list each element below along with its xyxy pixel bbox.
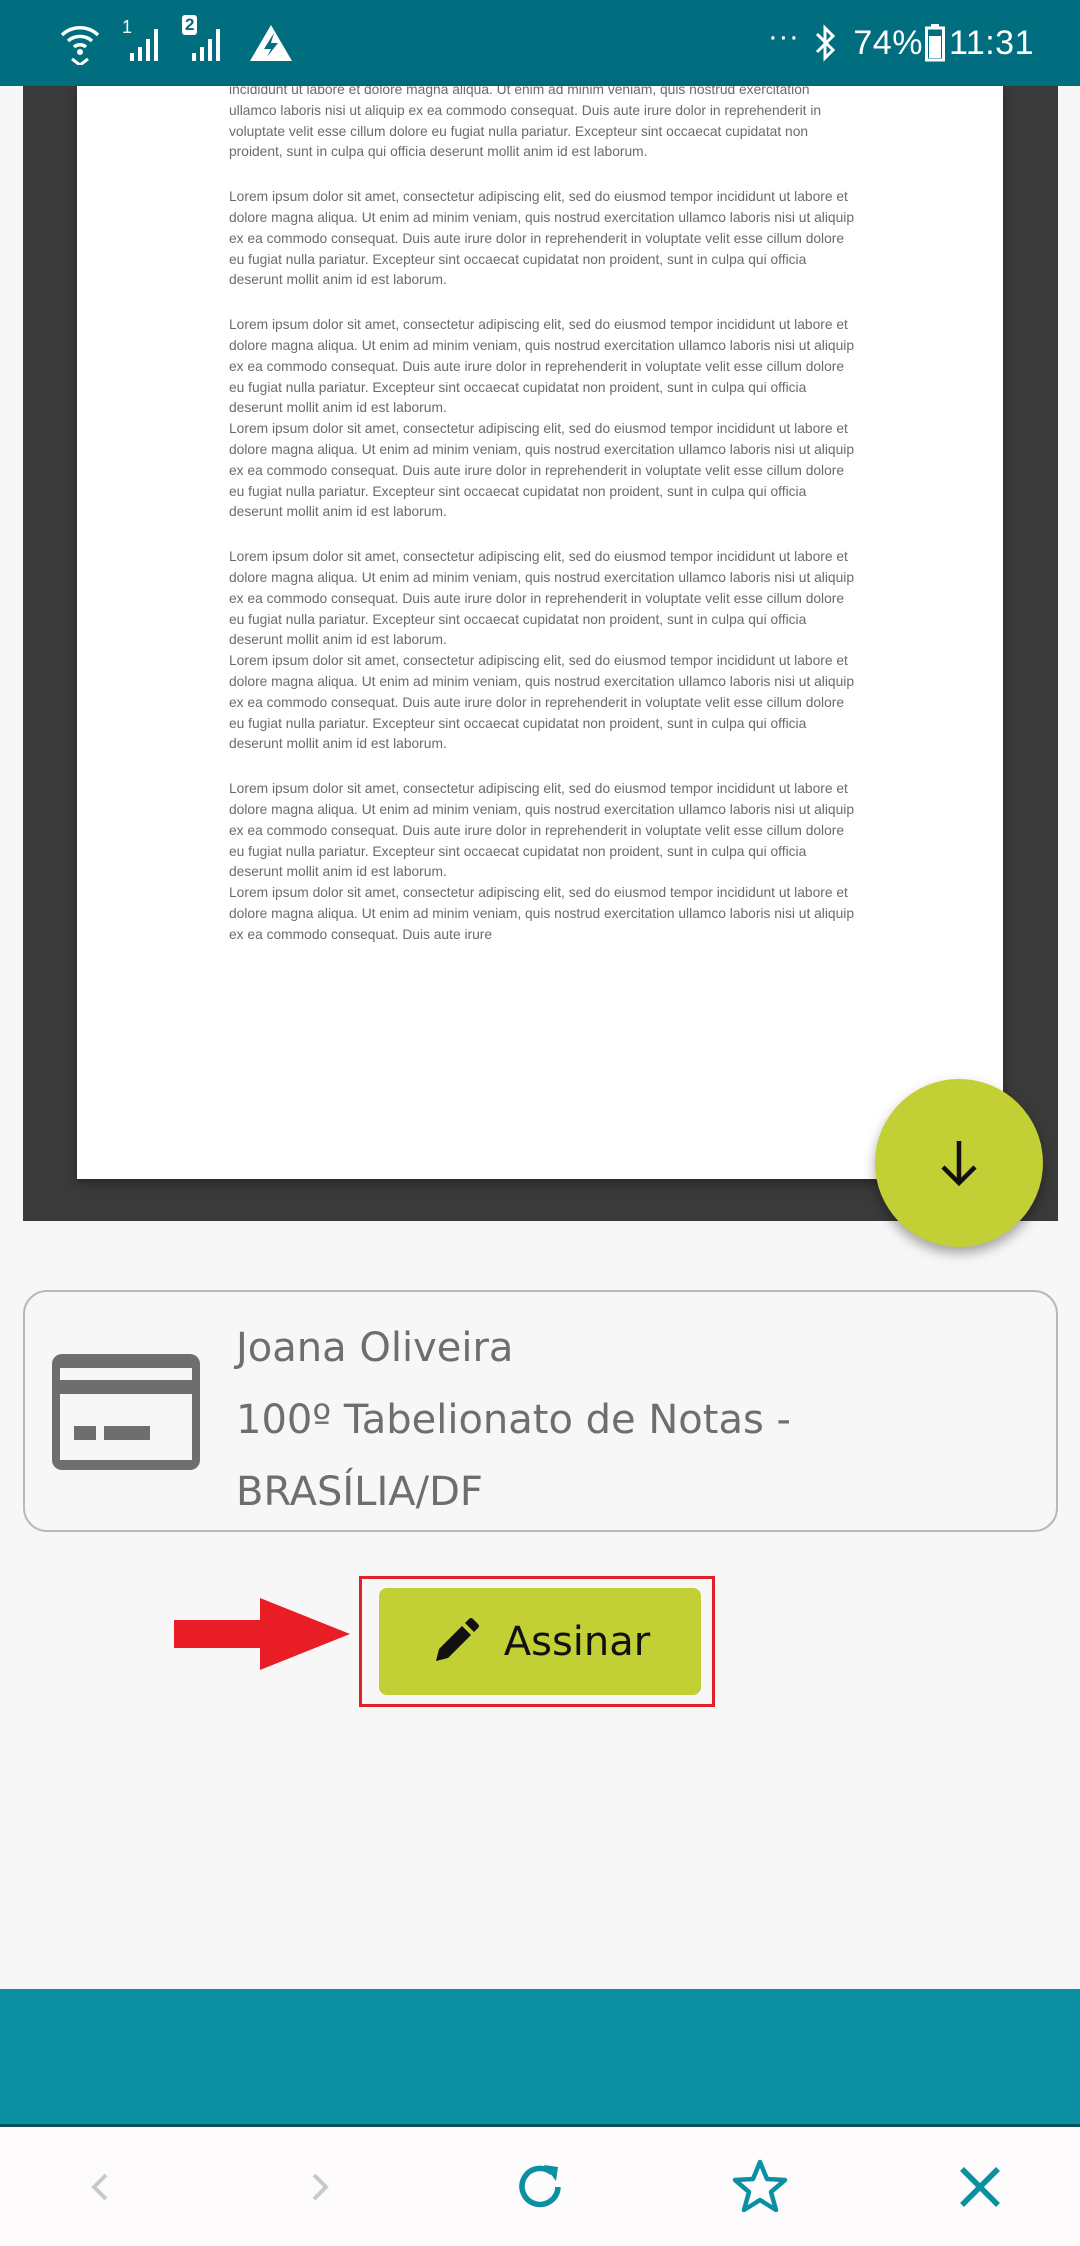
signer-location: BRASÍLIA/DF — [236, 1469, 483, 1515]
document-page: incididunt ut labore et dolore magna ali… — [77, 86, 1003, 1179]
pointer-arrow-annotation — [172, 1596, 352, 1676]
document-viewer[interactable]: incididunt ut labore et dolore magna ali… — [23, 86, 1058, 1247]
forward-button[interactable] — [270, 2127, 370, 2246]
bluetooth-icon — [813, 23, 839, 63]
sign-button-label: Assinar — [503, 1618, 651, 1665]
back-button[interactable] — [50, 2127, 150, 2246]
bookmark-button[interactable] — [710, 2127, 810, 2246]
reload-icon — [519, 2164, 561, 2207]
doc-paragraph: Lorem ipsum dolor sit amet, consectetur … — [229, 317, 855, 416]
doc-paragraph: Lorem ipsum dolor sit amet, consectetur … — [229, 549, 855, 648]
close-button[interactable] — [930, 2127, 1030, 2246]
signer-info: Joana Oliveira 100º Tabelionato de Notas… — [236, 1312, 791, 1528]
status-bar: 1 2 ··· 74% 11:31 — [0, 0, 1080, 86]
download-button[interactable] — [875, 1079, 1043, 1247]
status-left: 1 2 — [58, 0, 316, 86]
reload-button[interactable] — [490, 2127, 590, 2246]
arrow-down-icon — [941, 1141, 977, 1187]
close-icon — [960, 2166, 1000, 2207]
signer-office: 100º Tabelionato de Notas - — [236, 1397, 791, 1443]
signal-sim2-icon: 2 — [182, 15, 226, 63]
doc-paragraph: Lorem ipsum dolor sit amet, consectetur … — [229, 653, 855, 752]
clock: 11:31 — [948, 23, 1034, 62]
forward-icon — [312, 2173, 329, 2200]
sim1-label: 1 — [122, 17, 133, 37]
doc-paragraph: Lorem ipsum dolor sit amet, consectetur … — [229, 189, 855, 288]
doc-paragraph: Lorem ipsum dolor sit amet, consectetur … — [229, 885, 855, 942]
signer-name: Joana Oliveira — [236, 1325, 514, 1371]
credit-card-icon — [52, 1354, 200, 1474]
pen-icon — [435, 1617, 479, 1661]
browser-toolbar — [0, 2127, 1080, 2246]
wifi-calling-icon — [58, 21, 102, 65]
back-icon — [91, 2173, 108, 2200]
overflow-dots: ··· — [767, 20, 800, 53]
bottom-band — [0, 1989, 1080, 2127]
doc-paragraph: Lorem ipsum dolor sit amet, consectetur … — [229, 421, 855, 520]
status-right: ··· 74% 11:31 — [754, 0, 1034, 86]
doc-paragraph: Lorem ipsum dolor sit amet, consectetur … — [229, 781, 855, 880]
signal-sim1-icon: 1 — [122, 17, 164, 63]
signer-card: Joana Oliveira 100º Tabelionato de Notas… — [23, 1290, 1058, 1532]
star-icon — [732, 2159, 788, 2212]
battery-percent: 74% — [853, 23, 923, 62]
alert-triangle-icon — [248, 23, 294, 63]
document-text: incididunt ut labore et dolore magna ali… — [229, 86, 859, 969]
battery-icon — [924, 24, 945, 62]
sign-button[interactable]: Assinar — [379, 1588, 701, 1695]
doc-paragraph: incididunt ut labore et dolore magna ali… — [229, 86, 822, 160]
sim2-label: 2 — [182, 15, 198, 35]
